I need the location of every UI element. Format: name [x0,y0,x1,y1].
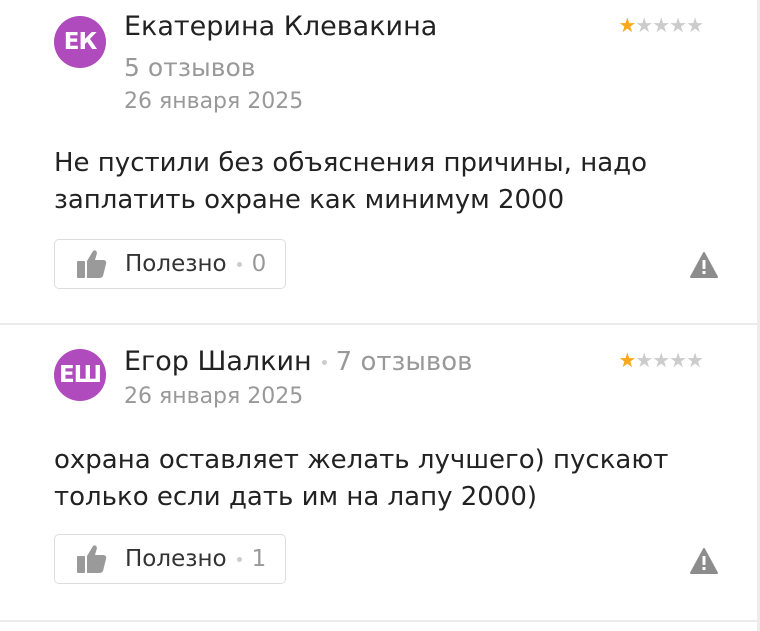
author-line: Егор Шалкин 7 отзывов [124,346,472,377]
warning-icon[interactable] [689,251,719,279]
star-icon: ★ [618,13,636,37]
useful-count: 1 [251,546,267,572]
review-text: охрана оставляет желать лучшего) пускают… [54,445,669,512]
star-icon: ★ [669,348,687,372]
review-date: 26 января 2025 [124,89,304,114]
avatar[interactable]: ЕК [54,16,106,68]
useful-button[interactable]: Полезно 1 [54,534,286,584]
separator-dot [321,360,327,365]
thumbs-up-icon [77,250,107,278]
star-rating: ★★★★★ [618,13,704,37]
useful-label: Полезно [125,251,227,277]
useful-label: Полезно [125,546,227,572]
star-icon: ★ [618,348,636,372]
star-rating: ★★★★★ [618,348,704,372]
star-icon: ★ [686,13,704,37]
author-reviews-count: 5 отзывов [124,53,256,82]
useful-button[interactable]: Полезно 0 [54,239,286,289]
author-name[interactable]: Егор Шалкин [124,346,312,377]
star-icon: ★ [635,13,653,37]
star-icon: ★ [669,13,687,37]
star-icon: ★ [686,348,704,372]
star-icon: ★ [635,348,653,372]
useful-count: 0 [251,251,267,277]
review-text: Не пустили без объяснения причины, надо … [54,148,648,215]
avatar[interactable]: ЕШ [54,349,106,401]
review-date: 26 января 2025 [124,384,304,409]
divider [0,620,757,622]
separator-dot [236,261,242,267]
thumbs-up-icon [77,545,107,573]
warning-icon[interactable] [689,547,719,575]
review-card: ЕШ Егор Шалкин 7 отзывов 26 января 2025 ★… [0,325,757,620]
reviews-list: ЕК Екатерина Клевакина 5 отзывов 26 янва… [0,0,760,631]
star-icon: ★ [652,348,670,372]
review-card: ЕК Екатерина Клевакина 5 отзывов 26 янва… [0,0,757,323]
separator-dot [236,556,242,562]
star-icon: ★ [652,13,670,37]
author-name[interactable]: Екатерина Клевакина [124,11,437,42]
author-reviews-count: 7 отзывов [335,347,473,377]
